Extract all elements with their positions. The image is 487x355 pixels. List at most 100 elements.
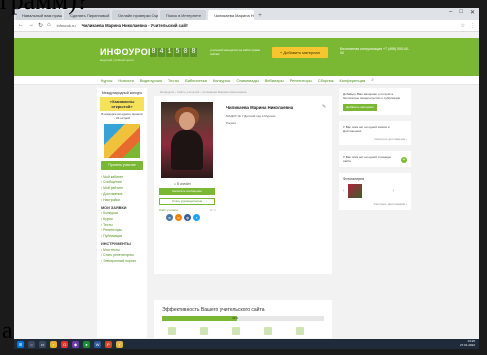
overlay-caption: грамм)? [0,0,89,15]
gallery-title: Фотогалерея [343,177,364,181]
left-sidebar: Международный конкурс «Хаазамоны открыто… [97,88,147,338]
breadcrumb[interactable]: Инфоурок › Сайты учителей › Чиликаева Ма… [154,88,332,96]
site-header: ИНФОУРОК ведущий учебный центр 8 4 1 5 0… [14,38,479,76]
effectiveness-fill [162,316,237,321]
nav-item-contests[interactable]: Конкурсы [213,78,231,83]
screen-frame: грамм)? а Навальный вам пришел Сделать П… [0,0,487,355]
promo-text: В конкурсе ни одного прошли - 24 острой [101,112,143,120]
facebook-icon[interactable]: ф [184,214,191,221]
main-nav: Курсы Новости Видеоуроки Тесты Библиотек… [14,76,479,85]
tab-4[interactable]: Поиск в Интернете [160,10,206,20]
pages-text: У Вас пока нет ни одной страницы сайта [343,155,392,163]
send-message-button[interactable]: Написать сообщение [159,188,215,195]
nav-item-library[interactable]: Библиотека [185,78,207,83]
nav-item-olympiads[interactable]: Олимпиады [236,78,258,83]
search-icon[interactable]: ⌕ [371,77,374,83]
user-icon [232,327,240,335]
window-controls: – □ ✕ [449,9,475,16]
profile-school: МАДОУ № 7 Детский сад в Муроме [226,114,276,118]
achievements-text: У Вас пока нет ни одной записи в Достиже… [343,125,390,133]
sidebar-item-portal[interactable]: Электронный портал [101,259,143,265]
maximize-icon[interactable]: □ [459,9,463,16]
profile-photo[interactable] [161,102,213,178]
award-icon [296,327,304,335]
search-taskbar-icon[interactable]: ○ [28,340,35,348]
nav-item-conference[interactable]: Конференция [340,78,366,83]
photo-face [179,112,195,130]
counter-digit: 8 [190,48,197,57]
achievements-box: У Вас пока нет ни одной записи в Достиже… [339,121,411,145]
powerpoint-icon[interactable]: P [105,340,112,348]
tab-active[interactable]: Чиликаева Марина Никола [208,10,254,20]
nav-item-webinars[interactable]: Вебинары [265,78,284,83]
opera-icon[interactable]: O [61,340,68,348]
nav-item-tutors[interactable]: Репетиторы [290,78,312,83]
pages-box: У Вас пока нет ни одной страницы сайта + [339,151,411,167]
site-logo[interactable]: ИНФОУРОК [100,47,154,57]
add-page-icon[interactable]: + [401,157,407,163]
star-icon[interactable]: ☆ [461,23,465,29]
reload-icon[interactable]: ↻ [38,22,43,29]
counter-digit: 1 [166,48,173,57]
url-field[interactable]: infourok.ru [57,23,76,28]
counter-digit: 8 [150,48,157,57]
menu-icon[interactable]: ⋮ [470,23,475,29]
taskview-icon[interactable]: ▭ [39,340,46,348]
vk-icon[interactable]: в [166,214,173,221]
nav-item-news[interactable]: Новости [118,78,133,83]
gallery-thumbnail[interactable] [347,184,362,198]
windows-start-icon[interactable]: ⊞ [17,340,24,348]
chat-icon [200,327,208,335]
yandex-icon[interactable]: Y [116,340,123,348]
toolbar-icons: ☆ ⋮ [461,23,475,29]
overlay-letter: а [2,318,13,344]
sidebar-item-settings[interactable]: Настройки [101,198,143,204]
chrome-icon[interactable]: ● [83,340,90,348]
sidebar-item-publications[interactable]: Публикации [101,234,143,240]
site-link[interactable]: Сайт учителя [159,208,178,212]
achievements-link[interactable]: Смотреть достижения › [343,137,407,141]
taskbar-clock[interactable]: 13:20 27.01.2022 [460,339,475,347]
social-icons: в о ф т [166,214,200,221]
gallery-row: ‹ › [343,184,407,198]
add-material-side-button[interactable]: Добавить материал [343,104,377,111]
chart-icon [264,327,272,335]
nav-item-tests[interactable]: Тесты [168,78,179,83]
explorer-icon[interactable]: ▪ [50,340,57,348]
subscribe-button[interactable]: Стать руководителем [159,198,215,205]
header-contact: Бесплатная консультация +7 (495) 000-00-… [340,47,410,56]
monitor-screen: Навальный вам пришел Сделать Пиринговый … [14,8,479,349]
logo-subtitle: ведущий учебный центр [100,58,134,62]
word-icon[interactable]: W [94,340,101,348]
promo-name: «Хаазамоны открытой» [100,97,144,111]
page-title: Чиликаева Марина Николаевна - Учительски… [81,23,188,28]
edit-icon[interactable]: ✎ [322,104,326,110]
counter-digit: 4 [158,48,165,57]
twitter-icon[interactable]: т [193,214,200,221]
ok-icon[interactable]: о [175,214,182,221]
join-contest-button[interactable]: Принять участие [101,160,143,170]
promo-image [104,123,140,158]
forward-icon[interactable]: → [28,22,34,29]
nav-item-courses[interactable]: Курсы [101,78,112,83]
nav-item-collection[interactable]: Сборник [318,78,334,83]
nav-item-videolessons[interactable]: Видеоуроки [140,78,162,83]
right-sidebar: Добавьте Ваш материал и получите бесплат… [339,88,411,338]
add-material-box: Добавьте Ваш материал и получите бесплат… [339,88,411,115]
chevron-right-icon[interactable]: › [393,188,395,194]
app-icon[interactable]: ◆ [72,340,79,348]
os-taskbar: ⊞ ○ ▭ ▪ O ◆ ● W P Y 13:20 27.01.2022 [14,339,479,349]
effectiveness-panel: Эффективность Вашего учительского сайта … [154,300,332,338]
promo-title: Международный конкурс [101,91,143,95]
page-body: Международный конкурс «Хаазамоны открыто… [14,85,479,339]
add-material-button[interactable]: + Добавить материал [272,47,328,58]
online-status: В онлайн [174,182,191,186]
gallery-link[interactable]: Смотреть фотографии › [343,202,407,206]
chevron-left-icon[interactable]: ‹ [343,188,345,194]
close-icon[interactable]: ✕ [470,9,475,16]
add-material-text: Добавьте Ваш материал и получите бесплат… [343,92,401,100]
home-icon[interactable]: ⌂ [47,22,51,29]
back-icon[interactable]: ← [18,22,24,29]
minimize-icon[interactable]: – [449,9,452,16]
new-tab-button[interactable]: + [256,12,264,20]
